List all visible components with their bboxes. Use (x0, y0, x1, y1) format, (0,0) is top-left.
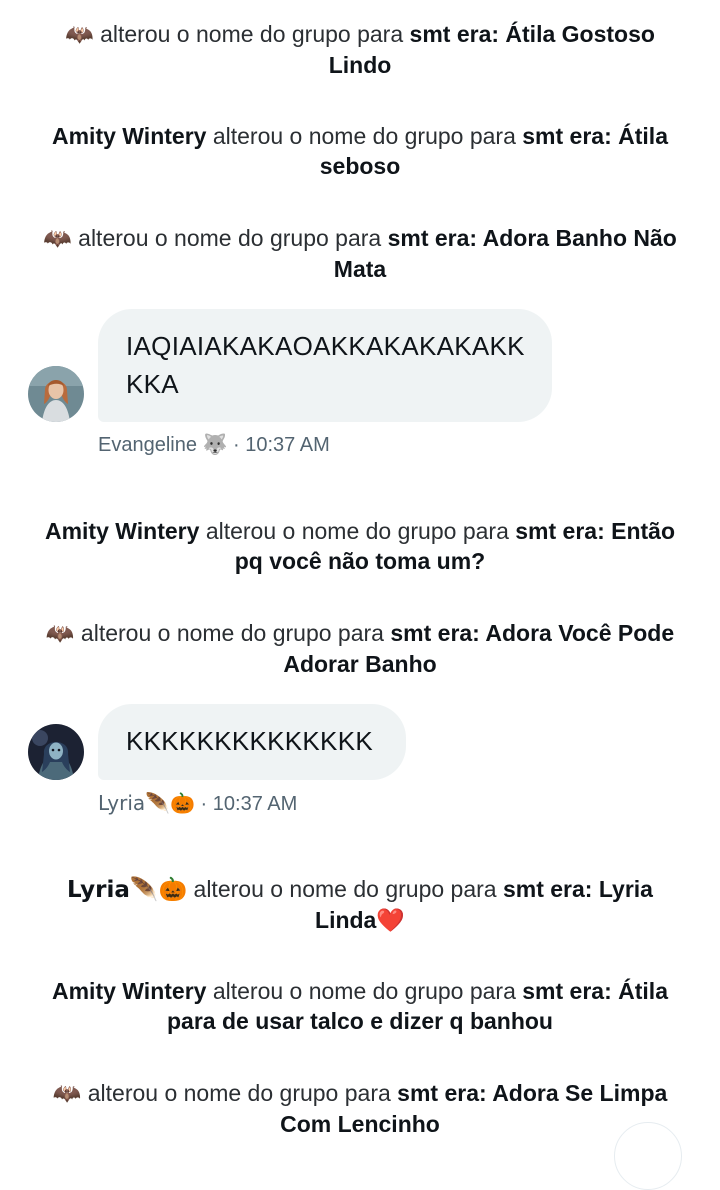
bat-emoji-actor: 🦇 (65, 22, 94, 48)
event-action: alterou o nome do grupo para (212, 978, 516, 1004)
group-rename-event: 🦇 alterou o nome do grupo para smt era: … (40, 223, 680, 284)
bat-emoji-actor: 🦇 (43, 226, 72, 252)
event-action: alterou o nome do grupo para (212, 123, 516, 149)
group-rename-event: 🦇 alterou o nome do grupo para smt era: … (40, 618, 680, 679)
message-timestamp: 10:37 AM (245, 434, 330, 456)
event-actor-name[interactable]: Lyria🪶🎃 (67, 877, 187, 903)
meta-separator: · (200, 793, 208, 815)
avatar-lyria[interactable] (28, 724, 84, 780)
bat-emoji-actor: 🦇 (45, 621, 75, 647)
bat-emoji-actor: 🦇 (52, 1081, 82, 1107)
group-rename-event: 🦇 alterou o nome do grupo para smt era: … (40, 1078, 680, 1139)
scroll-down-button[interactable] (614, 1122, 682, 1190)
group-rename-event: Amity Wintery alterou o nome do grupo pa… (40, 121, 680, 181)
message-bubble[interactable]: KKKKKKKKKKKKKK (98, 704, 406, 780)
avatar-image (28, 724, 84, 780)
event-action: alterou o nome do grupo para (80, 620, 384, 646)
avatar-evangeline[interactable] (28, 366, 84, 422)
avatar-image (28, 366, 84, 422)
event-action: alterou o nome do grupo para (205, 518, 509, 544)
meta-separator: · (233, 434, 240, 456)
event-action: alterou o nome do grupo para (193, 876, 497, 902)
event-action: alterou o nome do grupo para (100, 21, 404, 47)
message-timestamp: 10:37 AM (212, 793, 298, 815)
event-action: alterou o nome do grupo para (78, 225, 382, 251)
group-rename-event: Lyria🪶🎃 alterou o nome do grupo para smt… (40, 874, 680, 935)
new-group-name: smt era: Adora Banho Não Mata (333, 225, 677, 282)
group-rename-event: Amity Wintery alterou o nome do grupo pa… (40, 976, 680, 1036)
message-meta: Evangeline 🐺 · 10:37 AM (98, 432, 330, 458)
event-actor-name[interactable]: Amity Wintery (52, 123, 206, 149)
group-rename-event: Amity Wintery alterou o nome do grupo pa… (40, 516, 680, 576)
event-action: alterou o nome do grupo para (87, 1080, 391, 1106)
message-meta: Lyria🪶🎃 · 10:37 AM (98, 790, 297, 817)
message-text: KKKKKKKKKKKKKK (126, 726, 373, 756)
sender-name[interactable]: Evangeline 🐺 (98, 434, 227, 456)
sender-name[interactable]: Lyria🪶🎃 (98, 791, 195, 815)
event-actor-name[interactable]: Amity Wintery (52, 978, 206, 1004)
message-text: IAQIAIAKAKAOAKKAKAKAKAKKKKA (126, 331, 525, 399)
group-rename-event: 🦇 alterou o nome do grupo para smt era: … (40, 19, 680, 80)
event-actor-name[interactable]: Amity Wintery (45, 518, 199, 544)
message-bubble[interactable]: IAQIAIAKAKAOAKKAKAKAKAKKKKA (98, 309, 552, 422)
